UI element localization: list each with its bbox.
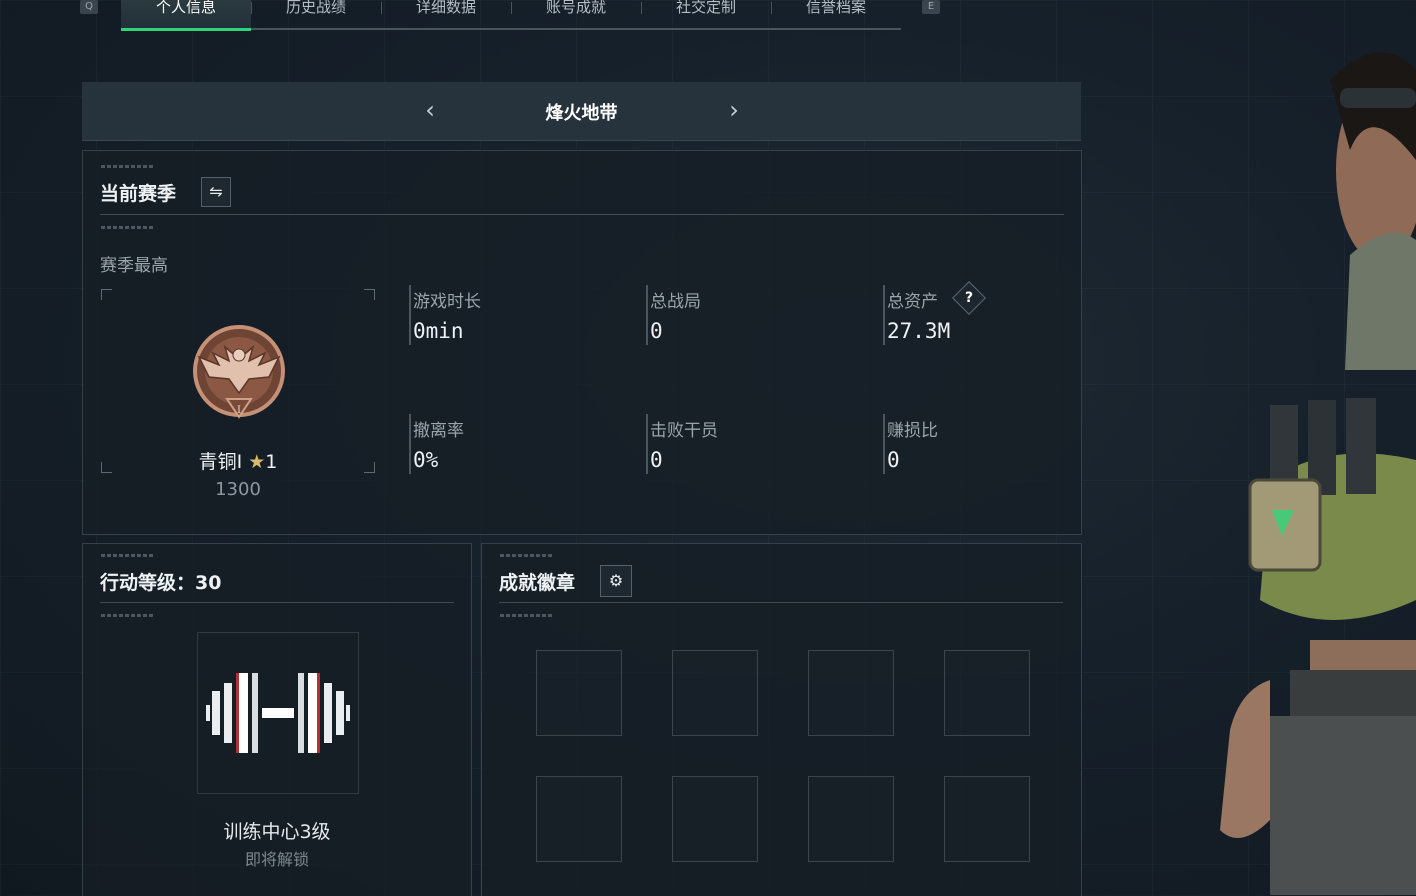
rank-name: 青铜I bbox=[198, 451, 243, 473]
stat-value-profit-ratio: 0 bbox=[887, 448, 900, 472]
stat-divider bbox=[883, 414, 885, 474]
key-hint-e: E bbox=[922, 0, 940, 14]
chevron-right-icon[interactable]: › bbox=[722, 98, 746, 122]
swap-icon[interactable]: ⇋ bbox=[201, 177, 231, 207]
star-icon: ★ bbox=[248, 451, 266, 473]
achievement-slot[interactable] bbox=[808, 650, 894, 736]
tab-list: 个人信息 历史战绩 详细数据 账号成就 社交定制 信誉档案 bbox=[121, 0, 901, 31]
season-title-divider bbox=[100, 214, 1064, 215]
achievement-title: 成就徽章 bbox=[499, 572, 576, 594]
season-title: 当前赛季 bbox=[100, 183, 177, 205]
action-level-divider bbox=[100, 602, 454, 603]
stat-value-assets: 27.3M bbox=[887, 319, 951, 343]
barbell-icon bbox=[206, 673, 350, 753]
rank-points: 1300 bbox=[215, 479, 261, 500]
tab-details[interactable]: 详细数据 bbox=[381, 0, 511, 28]
panel-deco bbox=[101, 226, 153, 229]
unlock-item-frame[interactable] bbox=[197, 632, 359, 794]
achievement-slot[interactable] bbox=[808, 776, 894, 862]
panel-deco bbox=[500, 614, 552, 617]
tab-achievements[interactable]: 账号成就 bbox=[511, 0, 641, 28]
achievement-slot[interactable] bbox=[944, 776, 1030, 862]
frame-corner bbox=[364, 289, 375, 300]
stat-value-extract-rate: 0% bbox=[413, 448, 439, 472]
tab-history[interactable]: 历史战绩 bbox=[251, 0, 381, 28]
frame-corner bbox=[101, 289, 112, 300]
panel-deco bbox=[101, 554, 153, 557]
season-panel: 当前赛季 ⇋ 赛季最高 I 青铜I ★1 1300 游戏时长 0min 总战局 … bbox=[82, 150, 1082, 535]
key-hint-q: Q bbox=[80, 0, 98, 14]
stat-value-kills: 0 bbox=[650, 448, 663, 472]
stat-label-assets: 总资产 bbox=[887, 292, 938, 312]
operator-character-illustration bbox=[1220, 52, 1416, 895]
stat-divider bbox=[409, 285, 411, 345]
unlock-item-status: 即将解锁 bbox=[244, 850, 309, 869]
stat-label-kills: 击败干员 bbox=[650, 421, 718, 441]
panel-deco bbox=[500, 554, 552, 557]
achievement-slot[interactable] bbox=[944, 650, 1030, 736]
panel-deco bbox=[101, 165, 153, 168]
stat-value-matches: 0 bbox=[650, 319, 663, 343]
achievement-slot[interactable] bbox=[536, 776, 622, 862]
map-title: 烽火地带 bbox=[545, 103, 618, 124]
action-level-panel: 行动等级：30 训练中心3级 即将解锁 bbox=[82, 543, 472, 896]
achievement-slot[interactable] bbox=[672, 650, 758, 736]
help-icon[interactable]: ? bbox=[952, 281, 986, 315]
panel-deco bbox=[101, 614, 153, 617]
map-selector: ‹ 烽火地带 › bbox=[82, 82, 1081, 141]
stat-value-playtime: 0min bbox=[413, 319, 464, 343]
svg-text:I: I bbox=[237, 405, 241, 416]
achievement-slot[interactable] bbox=[672, 776, 758, 862]
rank-name-row: 青铜I ★1 bbox=[101, 447, 375, 474]
bronze-rank-emblem-icon: I bbox=[193, 325, 285, 419]
tab-profile[interactable]: 个人信息 bbox=[121, 0, 251, 31]
tab-social[interactable]: 社交定制 bbox=[641, 0, 771, 28]
tab-credit[interactable]: 信誉档案 bbox=[771, 0, 901, 28]
stat-label-extract-rate: 撤离率 bbox=[413, 421, 464, 441]
unlock-item-name: 训练中心3级 bbox=[223, 821, 331, 843]
stat-label-matches: 总战局 bbox=[650, 292, 701, 312]
stat-divider bbox=[409, 414, 411, 474]
achievement-panel: 成就徽章 ⚙ bbox=[481, 543, 1082, 896]
stat-divider bbox=[883, 285, 885, 345]
rank-frame: I bbox=[101, 289, 375, 473]
achievement-divider bbox=[499, 602, 1063, 603]
stat-label-profit-ratio: 赚损比 bbox=[887, 421, 938, 441]
rank-stars: 1 bbox=[265, 451, 278, 473]
season-subtitle: 赛季最高 bbox=[100, 256, 168, 276]
top-tab-bar: Q 个人信息 历史战绩 详细数据 账号成就 社交定制 信誉档案 E bbox=[80, 0, 950, 31]
gear-icon[interactable]: ⚙ bbox=[600, 565, 632, 597]
stat-label-playtime: 游戏时长 bbox=[413, 292, 481, 312]
achievement-slot[interactable] bbox=[536, 650, 622, 736]
stat-divider bbox=[646, 285, 648, 345]
stat-divider bbox=[646, 414, 648, 474]
action-level-title: 行动等级：30 bbox=[100, 572, 222, 594]
